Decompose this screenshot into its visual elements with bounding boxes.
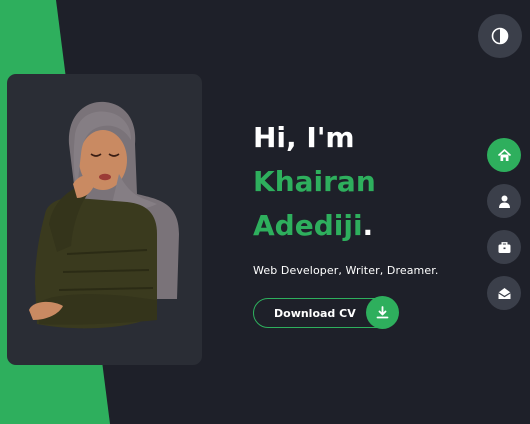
- briefcase-icon: [498, 241, 510, 253]
- profile-illustration: [29, 101, 179, 329]
- theme-toggle-button[interactable]: [478, 14, 522, 58]
- nav-portfolio-button[interactable]: [487, 230, 521, 264]
- last-name-line: Adediji.: [253, 204, 463, 248]
- portfolio-page: Hi, I'm Khairan Adediji. Web Developer, …: [0, 0, 530, 424]
- nav-contact-button[interactable]: [487, 276, 521, 310]
- side-navigation: [487, 138, 521, 322]
- greeting-text: Hi, I'm: [253, 121, 355, 154]
- download-cv-label: Download CV: [274, 306, 356, 320]
- name-dot: .: [362, 209, 374, 242]
- nav-home-button[interactable]: [487, 138, 521, 172]
- profile-illustration-card: [7, 74, 202, 365]
- download-icon: [366, 296, 399, 329]
- user-icon: [498, 195, 510, 208]
- home-icon: [497, 148, 511, 161]
- first-name: Khairan: [253, 165, 376, 198]
- name-heading: Khairan Adediji.: [253, 160, 463, 248]
- envelope-open-icon: [497, 287, 511, 299]
- hero-heading: Hi, I'm Khairan Adediji.: [253, 116, 463, 248]
- contrast-icon: [491, 27, 509, 45]
- download-cv-button[interactable]: Download CV: [253, 296, 399, 329]
- tagline: Web Developer, Writer, Dreamer.: [253, 264, 439, 277]
- last-name: Adediji: [253, 209, 363, 242]
- nav-about-button[interactable]: [487, 184, 521, 218]
